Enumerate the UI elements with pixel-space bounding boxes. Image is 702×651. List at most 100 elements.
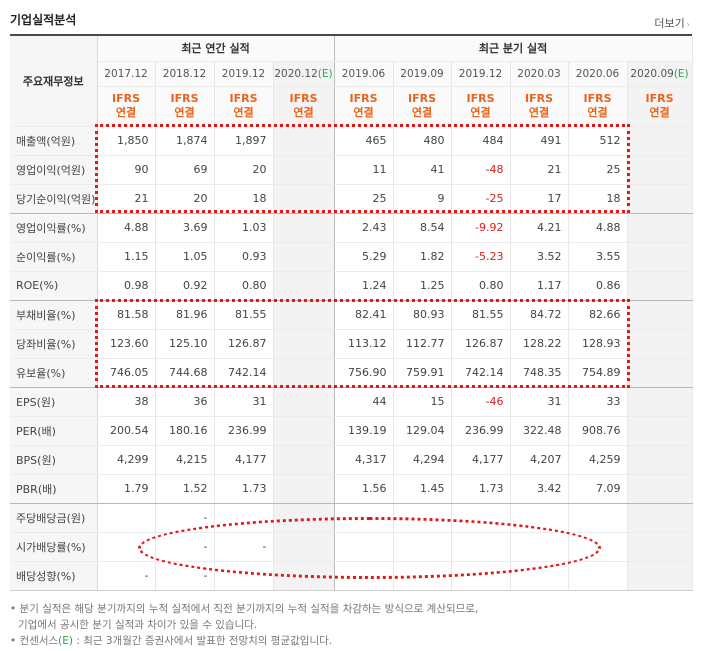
table-cell [273, 387, 335, 417]
row-label: 매출액(억원) [10, 126, 98, 156]
table-cell: 81.58 [97, 300, 156, 330]
table-cell: 4,294 [393, 445, 452, 475]
period-label: 2019.06 [341, 67, 386, 80]
table-cell: 908.76 [568, 416, 628, 446]
table-cell: 21 [97, 184, 156, 214]
ifrs-label: IFRS [349, 92, 378, 105]
table-cell [627, 445, 693, 475]
table-cell: 4,177 [214, 445, 274, 475]
row-label: 배당성향(%) [10, 561, 98, 591]
table-cell [568, 503, 628, 533]
table-cell [627, 184, 693, 214]
table-cell [273, 271, 335, 301]
table-cell: 15 [393, 387, 452, 417]
table-cell: 81.55 [214, 300, 274, 330]
ifrs-header: IFRS 연결 [273, 86, 335, 127]
consolidated-label: 연결 [174, 106, 195, 119]
table-row: ROE(%) 0.98 0.92 0.80 1.24 1.25 0.80 1.17 0.86 [10, 271, 693, 301]
row-label: 부채비율(%) [10, 300, 98, 330]
table-cell: 113.12 [334, 329, 394, 359]
period-header: 2020.06 [568, 61, 628, 87]
table-cell [627, 213, 693, 243]
period-header: 2020.03 [510, 61, 569, 87]
table-cell [627, 271, 693, 301]
table-cell: 139.19 [334, 416, 394, 446]
table-cell [510, 561, 569, 591]
table-cell: 126.87 [214, 329, 274, 359]
table-row: 시가배당률(%) - - [10, 532, 693, 562]
table-cell: - [214, 532, 274, 562]
consolidated-label: 연결 [649, 106, 670, 119]
ifrs-label: IFRS [408, 92, 437, 105]
table-cell: 1.52 [155, 474, 215, 504]
table-cell: 4.88 [568, 213, 628, 243]
table-cell [273, 126, 335, 156]
table-cell: -9.92 [451, 213, 511, 243]
table-cell: 754.89 [568, 358, 628, 388]
table-cell: 0.92 [155, 271, 215, 301]
table-cell: 1.25 [393, 271, 452, 301]
table-cell: 491 [510, 126, 569, 156]
footnote-2-term: 컨센서스 [19, 635, 59, 647]
table-cell [273, 155, 335, 185]
table-cell: 17 [510, 184, 569, 214]
table-cell: 742.14 [451, 358, 511, 388]
ifrs-label: IFRS [229, 92, 258, 105]
period-label: 2020.06 [575, 67, 620, 80]
table-cell: 82.66 [568, 300, 628, 330]
table-cell: 180.16 [155, 416, 215, 446]
row-label: 순이익률(%) [10, 242, 98, 272]
table-cell: 31 [510, 387, 569, 417]
table-cell [627, 387, 693, 417]
row-label: 영업이익(억원) [10, 155, 98, 185]
table-cell [627, 474, 693, 504]
table-cell: 7.09 [568, 474, 628, 504]
table-cell: 1.73 [214, 474, 274, 504]
table-row: 순이익률(%) 1.15 1.05 0.93 5.29 1.82 -5.23 3.52 3.55 [10, 242, 693, 272]
footnote-2: • 컨센서스(E) : 최근 3개월간 증권사에서 발표한 전망치의 평균값입니… [10, 635, 333, 647]
table-cell: 756.90 [334, 358, 394, 388]
table-cell: 512 [568, 126, 628, 156]
table-cell [393, 503, 452, 533]
table-cell [568, 561, 628, 591]
table-cell: 4,299 [97, 445, 156, 475]
table-cell: 20 [155, 184, 215, 214]
table-cell: 129.04 [393, 416, 452, 446]
table-cell: 3.42 [510, 474, 569, 504]
table-cell: 125.10 [155, 329, 215, 359]
period-label: 2018.12 [162, 67, 207, 80]
table-cell: 20 [214, 155, 274, 185]
table-cell: -48 [451, 155, 511, 185]
ifrs-label: IFRS [466, 92, 495, 105]
footnote-2-text: : 최근 3개월간 증권사에서 발표한 전망치의 평균값입니다. [76, 635, 333, 647]
table-cell [451, 532, 511, 562]
table-cell [334, 503, 394, 533]
footnote-1b-text: 기업에서 공시한 분기 실적과 차이가 있을 수 있습니다. [18, 619, 258, 631]
consolidated-label: 연결 [233, 106, 254, 119]
table-cell: 1.45 [393, 474, 452, 504]
period-header: 2017.12 [97, 61, 156, 87]
table-cell [273, 242, 335, 272]
table-cell: - [155, 503, 215, 533]
consolidated-label: 연결 [470, 106, 491, 119]
row-label: 당기순이익(억원) [10, 184, 98, 214]
table-cell [273, 300, 335, 330]
table-cell [627, 126, 693, 156]
table-cell: 3.69 [155, 213, 215, 243]
table-cell: 0.98 [97, 271, 156, 301]
more-link[interactable]: 더보기 › [654, 15, 690, 31]
footnote-1b: 기업에서 공시한 분기 실적과 차이가 있을 수 있습니다. [10, 617, 478, 633]
row-label: 영업이익률(%) [10, 213, 98, 243]
financial-summary-table: 주요재무정보 최근 연간 실적 최근 분기 실적 2017.12 2018.12 2019… [10, 36, 693, 591]
table-cell [510, 532, 569, 562]
period-label: 2019.12 [458, 67, 503, 80]
table-cell: 25 [568, 155, 628, 185]
table-cell: 84.72 [510, 300, 569, 330]
period-header: 2019.12 [451, 61, 511, 87]
table-cell: 123.60 [97, 329, 156, 359]
ifrs-header: IFRS 연결 [214, 86, 274, 127]
table-cell: 5.29 [334, 242, 394, 272]
more-label: 더보기 [654, 17, 685, 30]
table-cell: 2.43 [334, 213, 394, 243]
ifrs-header: IFRS 연결 [97, 86, 156, 127]
